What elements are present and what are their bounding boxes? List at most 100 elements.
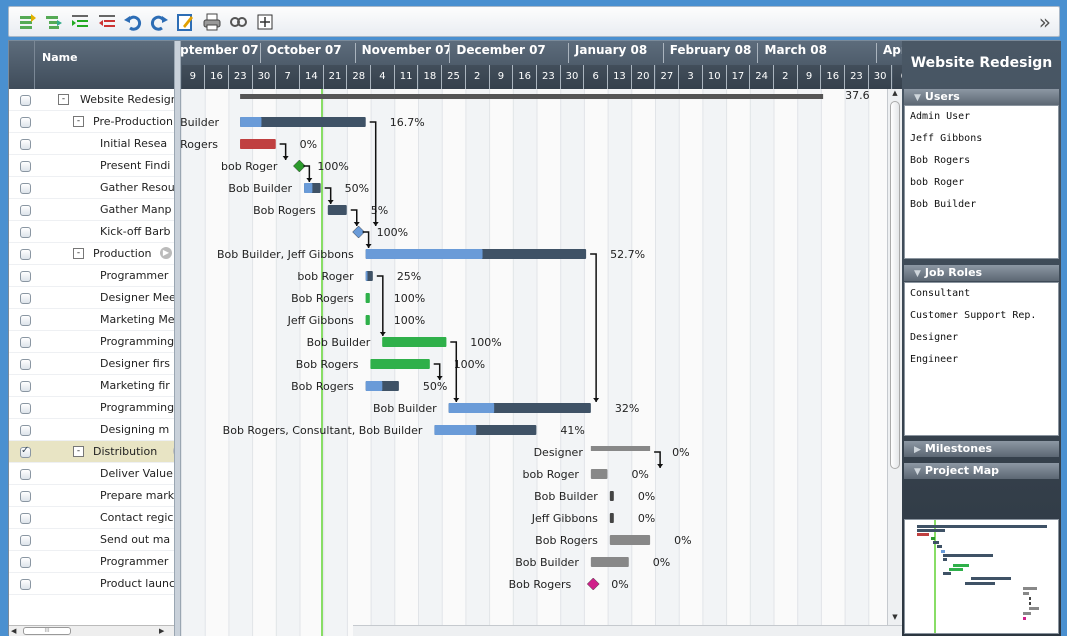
task-name[interactable]: Programming — [100, 401, 174, 414]
scroll-down-icon[interactable]: ▼ — [888, 613, 902, 625]
chart-horizontal-scrollbar[interactable] — [353, 625, 902, 636]
fit-icon[interactable] — [255, 12, 275, 32]
task-bar[interactable] — [609, 491, 614, 501]
summary-bar[interactable] — [240, 94, 824, 99]
row-checkbox[interactable] — [20, 161, 31, 172]
task-name[interactable]: Website Redesign — [80, 93, 174, 106]
collapse-toggle-icon[interactable]: - — [73, 248, 84, 259]
task-row[interactable]: Gather Resou — [9, 177, 174, 199]
row-checkbox[interactable] — [20, 425, 31, 436]
task-row[interactable]: Present Findi — [9, 155, 174, 177]
indent-icon[interactable] — [70, 12, 90, 32]
users-panel-header[interactable]: ▼ Users — [904, 89, 1059, 105]
task-bar[interactable] — [590, 557, 629, 567]
task-row[interactable]: Programmer — [9, 265, 174, 287]
task-row[interactable]: Send out ma — [9, 529, 174, 551]
undo-icon[interactable] — [123, 12, 143, 32]
row-checkbox[interactable] — [20, 183, 31, 194]
task-bar[interactable] — [609, 535, 651, 545]
user-item[interactable]: Bob Builder — [905, 194, 1058, 216]
task-row[interactable]: Programming — [9, 397, 174, 419]
row-checkbox[interactable] — [20, 293, 31, 304]
task-name[interactable]: Designing m — [100, 423, 174, 436]
project-map[interactable] — [904, 519, 1059, 634]
task-name[interactable]: Contact regic — [100, 511, 174, 524]
scroll-up-icon[interactable]: ▲ — [888, 89, 902, 101]
task-row[interactable]: Programmer — [9, 551, 174, 573]
task-bar[interactable] — [609, 513, 614, 523]
task-row[interactable]: - Website Redesign — [9, 89, 174, 111]
role-item[interactable]: Customer Support Rep. — [905, 305, 1058, 327]
row-checkbox[interactable] — [20, 117, 31, 128]
task-name[interactable]: Marketing Me — [100, 313, 174, 326]
row-checkbox[interactable] — [20, 469, 31, 480]
task-name[interactable]: Programming — [100, 335, 174, 348]
task-name[interactable]: Gather Manp — [100, 203, 174, 216]
task-name[interactable]: Send out ma — [100, 533, 174, 546]
role-item[interactable]: Engineer — [905, 349, 1058, 371]
row-checkbox[interactable] — [20, 491, 31, 502]
scroll-right-icon[interactable]: ▶ — [159, 627, 164, 635]
collapse-toggle-icon[interactable]: - — [58, 94, 69, 105]
task-name[interactable]: Marketing fir — [100, 379, 174, 392]
task-row[interactable]: Designer firs — [9, 353, 174, 375]
print-icon[interactable] — [202, 12, 222, 32]
task-name[interactable]: Designer Mee — [100, 291, 174, 304]
task-bar[interactable] — [327, 205, 347, 215]
row-checkbox[interactable] — [20, 557, 31, 568]
row-checkbox[interactable] — [20, 403, 31, 414]
task-row[interactable]: Designer Mee — [9, 287, 174, 309]
task-row[interactable]: Marketing fir — [9, 375, 174, 397]
task-name[interactable]: Present Findi — [100, 159, 174, 172]
scroll-left-icon[interactable]: ◀ — [11, 627, 16, 635]
task-row[interactable]: Designing m — [9, 419, 174, 441]
row-checkbox[interactable] — [20, 249, 31, 260]
task-name[interactable]: Initial Resea — [100, 137, 174, 150]
user-item[interactable]: Admin User — [905, 106, 1058, 128]
row-checkbox[interactable] — [20, 95, 31, 106]
row-checkbox[interactable] — [20, 227, 31, 238]
row-checkbox[interactable] — [20, 315, 31, 326]
milestones-panel-header[interactable]: ▶ Milestones — [904, 441, 1059, 457]
task-row[interactable]: Marketing Me — [9, 309, 174, 331]
task-name[interactable]: Pre-Production — [93, 115, 174, 128]
row-checkbox[interactable] — [20, 579, 31, 590]
grid-horizontal-scrollbar[interactable]: ◀ III ▶ — [9, 625, 174, 636]
add-task-icon[interactable] — [17, 12, 37, 32]
scroll-thumb[interactable] — [890, 101, 900, 469]
scroll-thumb[interactable]: III — [23, 627, 71, 635]
edit-icon[interactable] — [175, 12, 195, 32]
task-row[interactable]: -Distribution▶ — [9, 441, 174, 463]
add-subtask-icon[interactable] — [43, 12, 63, 32]
expand-arrow-icon[interactable]: ▶ — [160, 247, 172, 259]
collapse-toggle-icon[interactable]: - — [73, 116, 84, 127]
task-bar[interactable] — [590, 469, 608, 479]
task-row[interactable]: Product launc — [9, 573, 174, 595]
roles-panel-header[interactable]: ▼ Job Roles — [904, 265, 1059, 281]
task-name[interactable]: Gather Resou — [100, 181, 174, 194]
zoom-icon[interactable] — [228, 12, 248, 32]
row-checkbox[interactable] — [20, 513, 31, 524]
user-item[interactable]: Bob Rogers — [905, 150, 1058, 172]
task-row[interactable]: - Production ▶ — [9, 243, 174, 265]
task-name[interactable]: Designer firs — [100, 357, 174, 370]
role-item[interactable]: Consultant — [905, 283, 1058, 305]
task-name[interactable]: Programmer — [100, 269, 174, 282]
name-column-header[interactable]: Name — [42, 51, 78, 64]
task-row[interactable]: Initial Resea — [9, 133, 174, 155]
outdent-icon[interactable] — [97, 12, 117, 32]
task-name[interactable]: Deliver Value — [100, 467, 174, 480]
row-checkbox[interactable] — [20, 445, 31, 458]
redo-icon[interactable] — [149, 12, 169, 32]
row-checkbox[interactable] — [20, 139, 31, 150]
row-checkbox[interactable] — [20, 359, 31, 370]
task-row[interactable]: - Pre-Production — [9, 111, 174, 133]
row-checkbox[interactable] — [20, 205, 31, 216]
project-map-header[interactable]: ▼ Project Map — [904, 463, 1059, 479]
task-name[interactable]: Distribution — [93, 445, 174, 458]
task-name[interactable]: Prepare mark — [100, 489, 174, 502]
task-row[interactable]: Gather Manp — [9, 199, 174, 221]
task-row[interactable]: Deliver Value — [9, 463, 174, 485]
splitter[interactable] — [174, 41, 181, 636]
task-name[interactable]: Programmer — [100, 555, 174, 568]
